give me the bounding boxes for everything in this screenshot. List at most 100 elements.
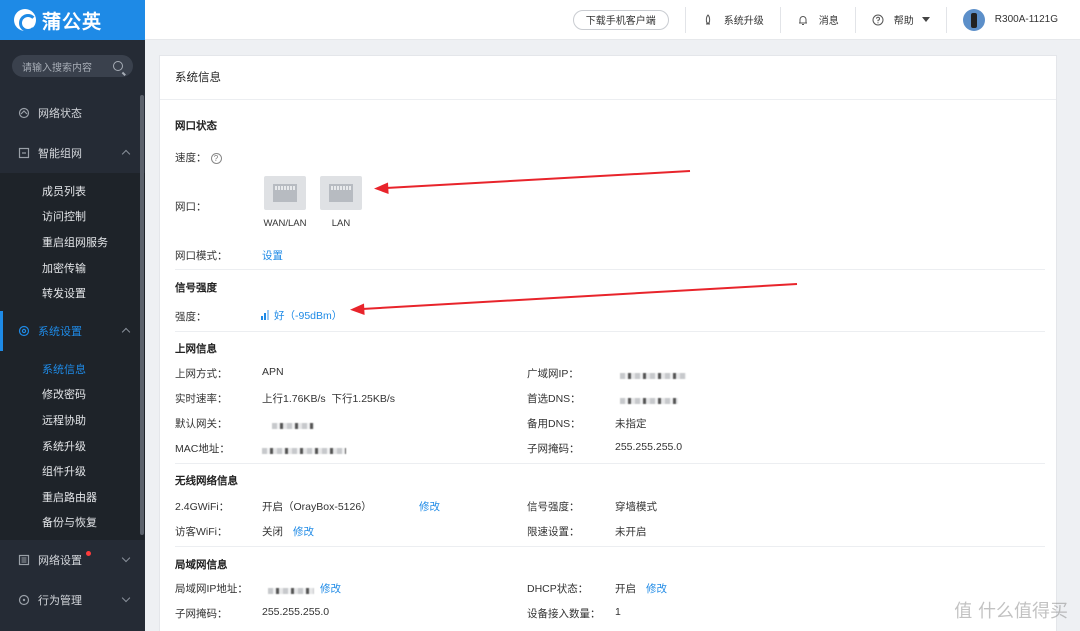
sidebar-item-restart-router[interactable]: 重启路由器 [0, 484, 145, 510]
gear-icon [18, 325, 30, 337]
dandelion-logo-icon [14, 9, 37, 32]
section-divider [175, 463, 1045, 464]
messages-link[interactable]: 消息 [781, 12, 855, 27]
sidebar-item-encryption[interactable]: 加密传输 [0, 255, 145, 281]
lan-info-title: 局域网信息 [175, 559, 228, 571]
mac-address-value-redacted [262, 445, 346, 457]
download-app-button[interactable]: 下载手机客户端 [572, 9, 669, 30]
guest-wifi-value: 关闭 [262, 526, 283, 538]
wireless-info-title: 无线网络信息 [175, 475, 238, 487]
wan-ip-label: 广域网IP： [527, 368, 579, 380]
device-count-value: 1 [615, 606, 621, 618]
lan-ip-value-redacted [268, 585, 314, 597]
search-placeholder: 请输入搜索内容 [22, 62, 92, 74]
default-gateway-value-redacted [272, 420, 314, 432]
sidebar-item-change-password[interactable]: 修改密码 [0, 382, 145, 408]
lan-ip-label: 局域网IP地址： [175, 583, 248, 595]
wifi24-edit-link[interactable]: 修改 [419, 499, 440, 514]
dhcp-status-label: DHCP状态： [527, 583, 589, 595]
help-label: 帮助 [893, 16, 914, 27]
top-header: 下载手机客户端 系统升级 消息 帮助 R300A-1121G [145, 0, 1080, 40]
realtime-rate-value: 上行1.76KB/s 下行1.25KB/s [262, 393, 396, 405]
section-divider [175, 269, 1045, 270]
smart-network-icon [18, 147, 30, 159]
notification-dot [86, 551, 91, 557]
brand-logo[interactable]: 蒲公英 [0, 0, 145, 40]
guest-wifi-edit-link[interactable]: 修改 [293, 524, 314, 539]
port-mode-setting-link[interactable]: 设置 [262, 248, 283, 263]
sidebar-item-component-upgrade[interactable]: 组件升级 [0, 458, 145, 484]
behavior-management-icon [18, 595, 30, 606]
help-icon[interactable]: ? [210, 152, 222, 164]
system-upgrade-label: 系统升级 [723, 16, 764, 27]
sidebar-item-label: 系统设置 [38, 325, 82, 338]
wan-ip-value-redacted [620, 370, 686, 382]
brand-name: 蒲公英 [42, 11, 103, 33]
wifi-signal-label: 信号强度： [527, 501, 580, 513]
sidebar-item-network-status[interactable]: 网络状态 [0, 93, 145, 133]
lan-ip-edit-link[interactable]: 修改 [320, 581, 341, 596]
sidebar-item-backup-restore[interactable]: 备份与恢复 [0, 510, 145, 536]
primary-dns-label: 首选DNS： [527, 393, 581, 405]
signal-strength-value: 好（-95dBm） [261, 308, 342, 323]
port-label: 网口： [175, 201, 207, 213]
watermark: 值 什么值得买 [954, 601, 1068, 622]
speed-label: 速度：? [175, 150, 222, 165]
help-circle-icon [872, 14, 884, 25]
default-gateway-label: 默认网关： [175, 418, 228, 430]
messages-label: 消息 [818, 16, 839, 27]
sidebar-item-system-info[interactable]: 系统信息 [0, 356, 145, 382]
port-name-lan: LAN [331, 218, 351, 229]
chevron-up-icon [121, 149, 131, 159]
sidebar-item-network-settings[interactable]: 网络设置 [0, 540, 145, 580]
dhcp-status-value: 开启 [615, 583, 636, 595]
wifi24-value: 开启（OrayBox-5126） [262, 501, 372, 513]
device-count-label: 设备接入数量： [527, 608, 601, 620]
section-divider [175, 331, 1045, 332]
sidebar-item-label: 网络状态 [38, 108, 82, 120]
primary-dns-value-redacted [620, 395, 678, 407]
device-avatar [962, 8, 985, 31]
sidebar-item-behavior-management[interactable]: 行为管理 [0, 580, 145, 620]
rocket-icon [705, 13, 710, 24]
system-upgrade-link[interactable]: 系统升级 [686, 12, 780, 27]
sidebar-item-smart-network[interactable]: 智能组网 [0, 133, 145, 173]
sidebar-search-input[interactable]: 请输入搜索内容 [12, 55, 133, 77]
sidebar-item-label: 网络设置 [38, 555, 82, 568]
chevron-down-icon [121, 593, 131, 603]
guest-wifi-label: 访客WiFi： [175, 526, 228, 538]
sidebar-item-forwarding[interactable]: 转发设置 [0, 280, 145, 306]
speed-limit-value: 未开启 [615, 526, 647, 538]
bell-icon [798, 15, 807, 25]
sidebar-item-system-upgrade[interactable]: 系统升级 [0, 433, 145, 459]
subnet-mask-value: 255.255.255.0 [615, 441, 683, 453]
mac-address-label: MAC地址： [175, 443, 230, 455]
system-settings-submenu: 系统信息 修改密码 远程协助 系统升级 组件升级 重启路由器 备份与恢复 [0, 350, 145, 541]
page-title: 系统信息 [160, 56, 1056, 100]
sidebar-item-member-list[interactable]: 成员列表 [0, 178, 145, 204]
help-menu[interactable]: 帮助 [856, 12, 946, 27]
sidebar-item-remote-assist[interactable]: 远程协助 [0, 407, 145, 433]
dhcp-edit-link[interactable]: 修改 [646, 581, 667, 596]
port-mode-label: 网口模式： [175, 250, 228, 262]
access-mode-value: APN [262, 366, 284, 378]
sidebar-item-restart-network[interactable]: 重启组网服务 [0, 229, 145, 255]
device-name: R300A-1121G [994, 14, 1058, 25]
secondary-dns-label: 备用DNS： [527, 418, 581, 430]
sidebar-item-system-settings[interactable]: 系统设置 [0, 310, 145, 351]
smart-network-submenu: 成员列表 访问控制 重启组网服务 加密传输 转发设置 [0, 173, 145, 311]
device-menu[interactable]: R300A-1121G [947, 8, 1080, 31]
sidebar-item-access-control[interactable]: 访问控制 [0, 204, 145, 230]
secondary-dns-value: 未指定 [615, 418, 647, 430]
system-info-panel: 系统信息 网口状态 速度：? 网口： WAN/LAN LAN 网口模式： 设置 … [159, 55, 1057, 631]
sidebar-item-label: 智能组网 [38, 148, 82, 160]
speed-limit-label: 限速设置： [527, 526, 580, 538]
section-divider [175, 546, 1045, 547]
access-mode-label: 上网方式： [175, 368, 228, 380]
chevron-up-icon [121, 327, 131, 337]
sidebar-scrollbar[interactable] [140, 95, 144, 535]
network-settings-icon [18, 555, 30, 566]
ethernet-port-icon [320, 176, 362, 210]
lan-mask-label: 子网掩码： [175, 608, 228, 620]
search-icon[interactable] [113, 61, 123, 71]
